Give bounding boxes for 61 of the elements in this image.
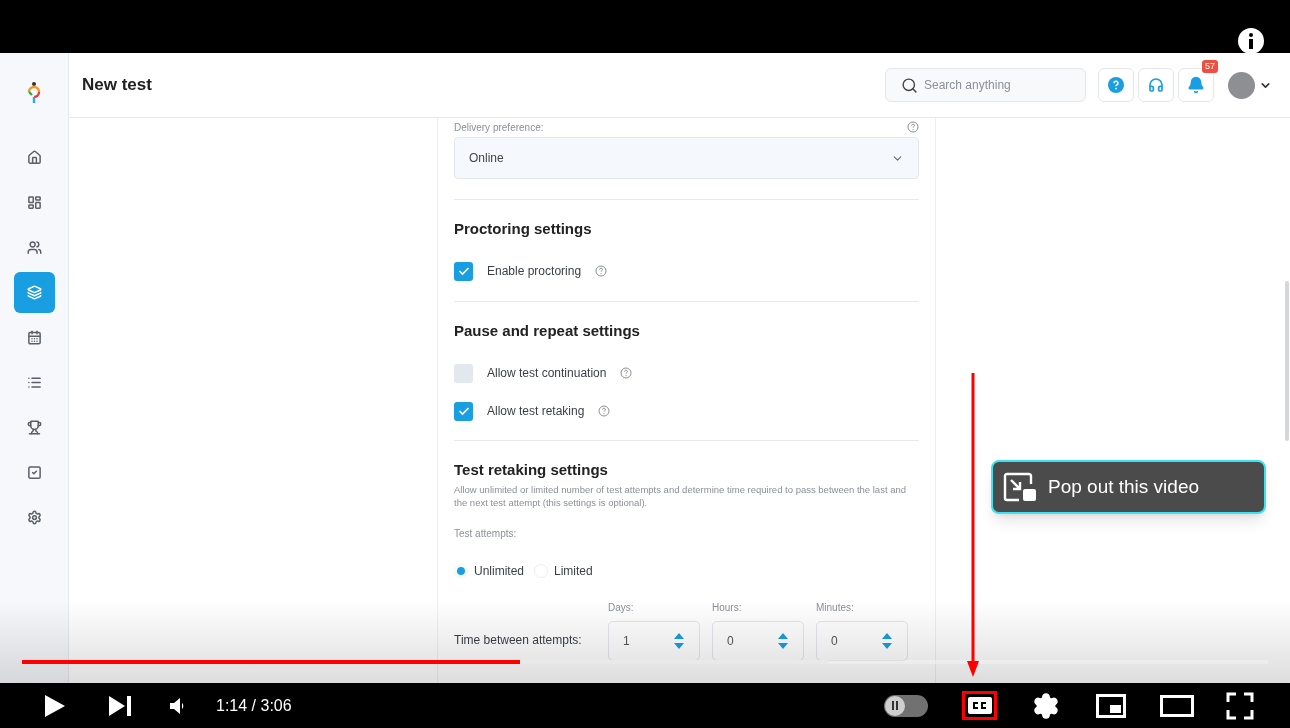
dashboard-icon xyxy=(26,195,42,210)
tooltip: Pop out this video xyxy=(991,460,1266,514)
checkbox-label: Allow test continuation xyxy=(487,365,607,382)
help-icon xyxy=(598,405,611,417)
help-button[interactable] xyxy=(1098,68,1134,102)
field-label: Minutes: xyxy=(816,601,855,615)
field-label: Delivery preference: xyxy=(454,120,544,135)
field-label: Time between attempts: xyxy=(454,632,583,649)
progress-track[interactable] xyxy=(22,660,1268,664)
help-icon xyxy=(620,367,633,379)
search-icon xyxy=(901,76,918,94)
stepper-arrows-icon[interactable] xyxy=(673,631,685,651)
field-label: Hours: xyxy=(712,601,743,615)
sidebar-item[interactable] xyxy=(13,272,55,313)
fullscreen-icon[interactable] xyxy=(1226,691,1254,720)
home-icon xyxy=(26,150,42,165)
settings-icon xyxy=(26,510,42,525)
help-icon xyxy=(1108,77,1124,93)
field-label: Test attempts: xyxy=(454,527,518,541)
section-title: Test retaking settings xyxy=(454,460,609,480)
section-title: Pause and repeat settings xyxy=(454,321,641,341)
settings-icon[interactable] xyxy=(1032,691,1060,720)
miniplayer-icon[interactable] xyxy=(1096,693,1126,718)
notification-badge: 57 xyxy=(1202,60,1218,73)
delivery-select[interactable]: Online xyxy=(454,137,919,179)
layers-icon xyxy=(26,285,42,300)
bell-icon xyxy=(1187,76,1205,94)
checkbox-icon xyxy=(26,465,42,480)
stepper-arrows-icon[interactable] xyxy=(881,631,893,651)
subtitles-icon[interactable] xyxy=(967,697,992,714)
pop-out-icon xyxy=(1003,472,1037,502)
radio-option[interactable]: Limited xyxy=(534,562,593,580)
support-button[interactable] xyxy=(1138,68,1174,102)
help-icon xyxy=(595,265,608,277)
checkbox[interactable] xyxy=(454,401,473,421)
theater-mode-icon[interactable] xyxy=(1160,694,1194,717)
number-field[interactable]: 0 xyxy=(816,621,908,661)
autoplay-toggle[interactable] xyxy=(884,694,928,717)
checkmark-icon xyxy=(457,266,470,276)
next-icon[interactable] xyxy=(108,694,132,717)
help-icon xyxy=(907,121,919,133)
checkbox-label: Allow test retaking xyxy=(487,403,585,420)
headset-icon xyxy=(1148,77,1164,93)
checkbox[interactable] xyxy=(454,363,473,383)
checkbox[interactable] xyxy=(454,261,473,281)
radio-option[interactable]: Unlimited xyxy=(454,562,524,580)
trophy-icon xyxy=(26,420,42,435)
list-icon xyxy=(26,375,42,390)
time-display: 1:14 / 3:06 xyxy=(216,695,292,716)
calendar-icon xyxy=(26,330,42,345)
checkbox-label: Enable proctoring xyxy=(487,263,582,280)
field-label: Days: xyxy=(608,601,635,615)
checkmark-icon xyxy=(457,406,470,416)
scrollbar-thumb[interactable] xyxy=(1285,281,1289,441)
stepper-arrows-icon[interactable] xyxy=(777,631,789,651)
users-icon xyxy=(26,240,42,255)
play-icon[interactable] xyxy=(44,693,66,718)
page-title: New test xyxy=(82,74,152,97)
section-title: Proctoring settings xyxy=(454,219,593,239)
info-icon[interactable] xyxy=(1237,27,1265,55)
section-description: Allow unlimited or limited number of test attempts and determine time required to pass between the last and the next test attempt (this settings is optional). xyxy=(454,483,907,509)
